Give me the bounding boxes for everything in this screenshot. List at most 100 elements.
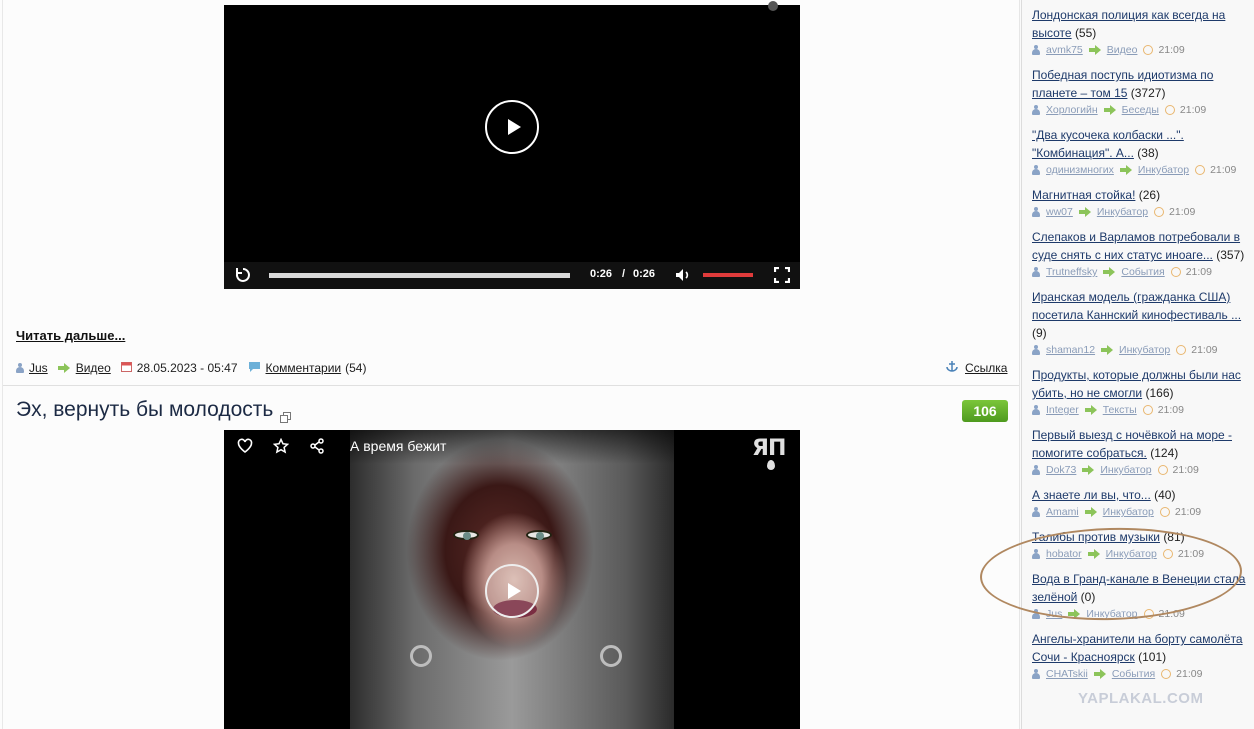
- list-item-meta: ww07 Инкубатор 21:09: [1032, 204, 1247, 221]
- list-item-meta: avmk75 Видео 21:09: [1032, 42, 1247, 59]
- list-item-meta: Хорлогийн Беседы 21:09: [1032, 102, 1247, 119]
- list-item-category[interactable]: Тексты: [1103, 404, 1137, 416]
- star-icon[interactable]: [272, 437, 290, 456]
- fullscreen-icon[interactable]: [773, 266, 791, 284]
- list-item-link[interactable]: "Два кусочека колбаски ...". "Комбинация…: [1032, 128, 1184, 160]
- list-item-user[interactable]: одинизмногих: [1046, 164, 1114, 176]
- volume-icon[interactable]: [674, 266, 692, 284]
- external-link-icon[interactable]: [280, 405, 292, 423]
- heart-icon[interactable]: [236, 438, 254, 456]
- list-item-time: 21:09: [1185, 266, 1212, 278]
- arrow-icon: [1119, 165, 1132, 176]
- video-player-1[interactable]: 0:26 / 0:26: [224, 1, 800, 289]
- list-item: Продукты, которые должны были нас убить,…: [1032, 366, 1247, 419]
- clock-icon: [1159, 507, 1170, 518]
- comments-link[interactable]: Комментарии: [266, 361, 342, 375]
- user-icon: [1032, 165, 1040, 176]
- list-item-category[interactable]: Беседы: [1122, 104, 1159, 116]
- user-icon: [1032, 345, 1040, 356]
- list-item-meta: Dok73 Инкубатор 21:09: [1032, 462, 1247, 479]
- read-more-link[interactable]: Читать дальше...: [16, 328, 125, 343]
- list-item-count: (3727): [1130, 86, 1166, 100]
- list-item-meta: одинизмногих Инкубатор 21:09: [1032, 162, 1247, 179]
- permalink-label[interactable]: Ссылка: [965, 361, 1007, 375]
- list-item-link[interactable]: Победная поступь идиотизма по планете – …: [1032, 68, 1213, 100]
- anchor-icon: [946, 360, 958, 375]
- list-item-time: 21:09: [1174, 506, 1202, 518]
- video-top-indicator: [768, 1, 778, 11]
- list-item-user[interactable]: Хорлогийн: [1046, 104, 1098, 116]
- play-icon: [507, 583, 521, 599]
- main-content: 0:26 / 0:26 Читать дальше... Jus Видео 2…: [0, 0, 1020, 729]
- list-item-category[interactable]: События: [1112, 668, 1155, 680]
- list-item-category[interactable]: Инкубатор: [1119, 344, 1170, 356]
- thumbnail-detail: [600, 645, 622, 667]
- volume-slider[interactable]: [703, 273, 753, 277]
- arrow-icon: [1103, 267, 1116, 278]
- list-item-category[interactable]: Инкубатор: [1097, 206, 1148, 218]
- arrow-icon: [1078, 207, 1091, 218]
- clock-icon: [1157, 465, 1168, 476]
- play-button-2[interactable]: [485, 564, 539, 618]
- list-item-count: (55): [1074, 26, 1097, 40]
- user-icon: [1032, 207, 1040, 218]
- replay-icon[interactable]: [234, 266, 252, 284]
- comments-icon: [248, 361, 261, 375]
- total-time: 0:26: [633, 268, 656, 280]
- list-item-link[interactable]: Магнитная стойка!: [1032, 188, 1135, 202]
- list-item-category[interactable]: Видео: [1107, 44, 1138, 56]
- list-item: Первый выезд с ночёвкой на море - помоги…: [1032, 426, 1247, 479]
- list-item-link[interactable]: Слепаков и Варламов потребовали в суде с…: [1032, 230, 1240, 262]
- current-time: 0:26: [590, 268, 613, 280]
- list-item-link[interactable]: Лондонская полиция как всегда на высоте: [1032, 8, 1225, 40]
- list-item-meta: Trutneffsky События 21:09: [1032, 264, 1247, 281]
- list-item-title: Продукты, которые должны были нас убить,…: [1032, 366, 1247, 402]
- list-item-category[interactable]: Инкубатор: [1138, 164, 1189, 176]
- list-item-user[interactable]: CHATskii: [1046, 668, 1088, 680]
- list-item-title: "Два кусочека колбаски ...". "Комбинация…: [1032, 126, 1247, 162]
- logo-drop-icon: [767, 460, 775, 470]
- clock-icon: [1154, 207, 1165, 218]
- list-item-user[interactable]: Dok73: [1046, 464, 1076, 476]
- list-item-count: (124): [1150, 446, 1179, 460]
- share-icon[interactable]: [308, 438, 326, 456]
- list-item-title: Лондонская полиция как всегда на высоте …: [1032, 6, 1247, 42]
- list-item-user[interactable]: shaman12: [1046, 344, 1095, 356]
- post-title[interactable]: Эх, вернуть бы молодость: [16, 398, 292, 423]
- clock-icon: [1170, 267, 1181, 278]
- thumbnail-detail: [526, 530, 552, 540]
- clock-icon: [1142, 405, 1153, 416]
- list-item-category[interactable]: Инкубатор: [1100, 464, 1151, 476]
- list-item-user[interactable]: ww07: [1046, 206, 1073, 218]
- category-link[interactable]: Видео: [76, 361, 111, 375]
- author-link[interactable]: Jus: [29, 361, 48, 375]
- list-item-link[interactable]: Иранская модель (гражданка США) посетила…: [1032, 290, 1241, 322]
- list-item-user[interactable]: avmk75: [1046, 44, 1083, 56]
- list-item-user[interactable]: Trutneffsky: [1046, 266, 1097, 278]
- post-title-text[interactable]: Эх, вернуть бы молодость: [16, 398, 273, 422]
- list-item-link[interactable]: Первый выезд с ночёвкой на море - помоги…: [1032, 428, 1232, 460]
- list-item-link[interactable]: Продукты, которые должны были нас убить,…: [1032, 368, 1241, 400]
- list-item: А знаете ли вы, что... (40) Amami Инкубато…: [1032, 486, 1247, 521]
- list-item-time: 21:09: [1210, 164, 1237, 176]
- post-meta: Jus Видео 28.05.2023 - 05:47 Комментарии…: [16, 360, 366, 376]
- permalink[interactable]: Ссылка: [946, 360, 1007, 375]
- list-item-time: 21:09: [1158, 44, 1185, 56]
- list-item-count: (166): [1145, 386, 1174, 400]
- video-player-2[interactable]: А время бежит ЯП: [224, 430, 800, 729]
- list-item-title: Ангелы-хранители на борту самолёта Сочи …: [1032, 630, 1247, 666]
- arrow-icon: [1093, 669, 1106, 680]
- list-item-user[interactable]: Amami: [1046, 506, 1079, 518]
- list-item-count: (26): [1138, 188, 1161, 202]
- list-item-time: 21:09: [1169, 206, 1196, 218]
- progress-bar[interactable]: [269, 273, 570, 278]
- sidebar: Лондонская полиция как всегда на высоте …: [1021, 0, 1254, 729]
- list-item-title: Первый выезд с ночёвкой на море - помоги…: [1032, 426, 1247, 462]
- list-item-category[interactable]: Инкубатор: [1103, 506, 1154, 518]
- play-button[interactable]: [485, 100, 539, 154]
- list-item: Ангелы-хранители на борту самолёта Сочи …: [1032, 630, 1247, 683]
- clock-icon: [1161, 669, 1172, 680]
- list-item-user[interactable]: Integer: [1046, 404, 1079, 416]
- list-item-link[interactable]: А знаете ли вы, что...: [1032, 488, 1151, 502]
- list-item-category[interactable]: События: [1121, 266, 1164, 278]
